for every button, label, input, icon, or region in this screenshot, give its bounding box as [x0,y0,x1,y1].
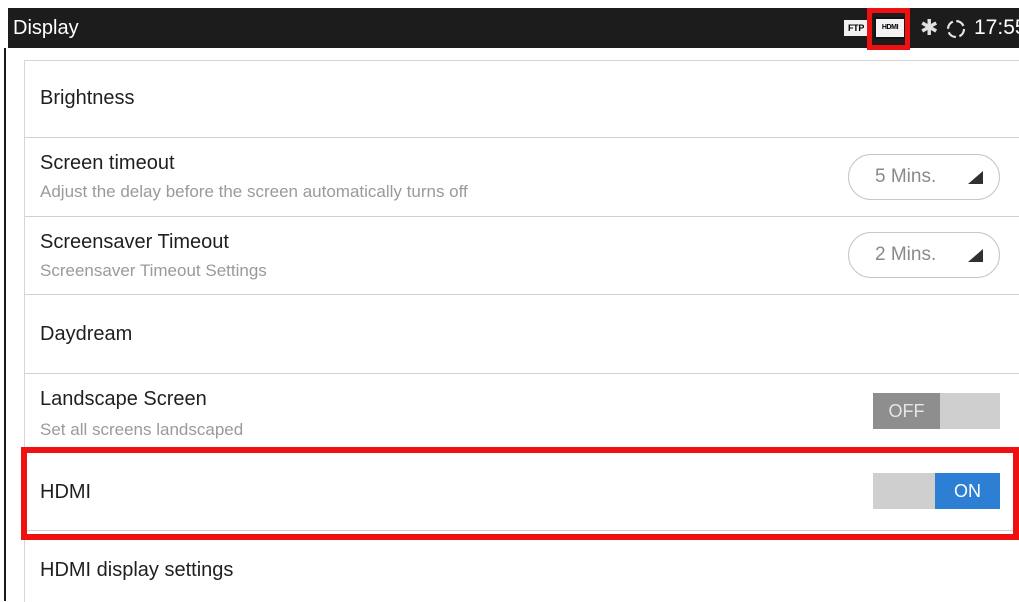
setting-title: Daydream [40,323,133,345]
left-divider [4,48,6,601]
dropdown-value: 2 Mins. [875,244,937,265]
setting-subtitle: Adjust the delay before the screen autom… [40,182,468,201]
screen-timeout-dropdown[interactable]: 5 Mins. [848,154,1000,200]
status-bar-title: Display [13,17,79,39]
sync-icon [946,19,966,39]
status-clock: 17:55 [974,16,1019,39]
setting-title: HDMI display settings [40,559,234,581]
setting-screensaver-timeout[interactable]: Screensaver Timeout Screensaver Timeout … [25,217,1019,295]
toggle-state-label: OFF [873,393,940,429]
dropdown-arrow-icon [968,249,983,262]
bluetooth-icon: ✱ [920,15,939,40]
hdmi-row-highlight [21,447,1019,540]
dropdown-value: 5 Mins. [875,166,937,187]
setting-landscape-screen[interactable]: Landscape Screen Set all screens landsca… [25,374,1019,453]
setting-title: Brightness [40,87,135,109]
setting-brightness[interactable]: Brightness [25,61,1019,138]
setting-title: Screensaver Timeout [40,231,229,253]
setting-screen-timeout[interactable]: Screen timeout Adjust the delay before t… [25,138,1019,217]
ftp-icon: FTP [844,20,868,36]
setting-daydream[interactable]: Daydream [25,295,1019,374]
screensaver-timeout-dropdown[interactable]: 2 Mins. [848,232,1000,278]
dropdown-arrow-icon [968,171,983,184]
landscape-screen-toggle[interactable]: OFF [873,393,1000,429]
setting-hdmi-display-settings[interactable]: HDMI display settings [25,531,1019,602]
status-bar: Display FTP HDMI ✱ 17:55 [8,8,1019,50]
hdmi-icon-highlight [867,8,910,50]
setting-title: Screen timeout [40,152,175,174]
setting-subtitle: Set all screens landscaped [40,420,244,439]
setting-title: Landscape Screen [40,388,207,410]
setting-subtitle: Screensaver Timeout Settings [40,261,267,280]
